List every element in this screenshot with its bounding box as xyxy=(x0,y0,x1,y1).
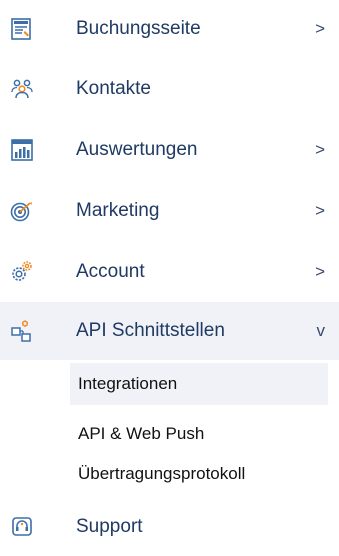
chevron-right-icon: > xyxy=(315,140,325,159)
menu-item-label: Support xyxy=(76,516,143,537)
submenu-item-uebertragungsprotokoll[interactable]: Übertragungsprotokoll xyxy=(70,453,328,495)
menu-item-label: Marketing xyxy=(76,200,160,221)
menu-item-label: Auswertungen xyxy=(76,139,198,160)
menu-item-account[interactable]: Account > xyxy=(0,243,339,301)
submenu-item-integrationen[interactable]: Integrationen xyxy=(70,363,328,405)
contacts-icon xyxy=(10,77,34,101)
booking-page-icon xyxy=(10,17,34,41)
menu-item-kontakte[interactable]: Kontakte xyxy=(0,60,339,118)
chevron-right-icon: > xyxy=(315,262,325,281)
account-gears-icon xyxy=(10,260,34,284)
chevron-down-icon: v xyxy=(316,321,326,340)
menu-item-label: API Schnittstellen xyxy=(76,320,225,341)
menu-item-marketing[interactable]: Marketing > xyxy=(0,182,339,240)
menu-item-auswertungen[interactable]: Auswertungen > xyxy=(0,121,339,179)
submenu-item-api-web-push[interactable]: API & Web Push xyxy=(70,413,328,455)
menu-item-support[interactable]: Support xyxy=(0,498,339,556)
api-icon xyxy=(10,319,34,343)
menu-item-api-schnittstellen[interactable]: API Schnittstellen v xyxy=(0,302,339,360)
menu-item-label: Account xyxy=(76,261,145,282)
menu-item-label: Buchungsseite xyxy=(76,18,201,39)
menu-item-buchungsseite[interactable]: Buchungsseite > xyxy=(0,0,339,58)
menu-item-label: Kontakte xyxy=(76,78,151,99)
chevron-right-icon: > xyxy=(315,201,325,220)
sidebar-menu: Buchungsseite > Kontakte Auswertungen > … xyxy=(0,0,339,542)
support-headset-icon xyxy=(10,515,34,539)
marketing-target-icon xyxy=(10,199,34,223)
reports-icon xyxy=(10,138,34,162)
chevron-right-icon: > xyxy=(315,19,325,38)
